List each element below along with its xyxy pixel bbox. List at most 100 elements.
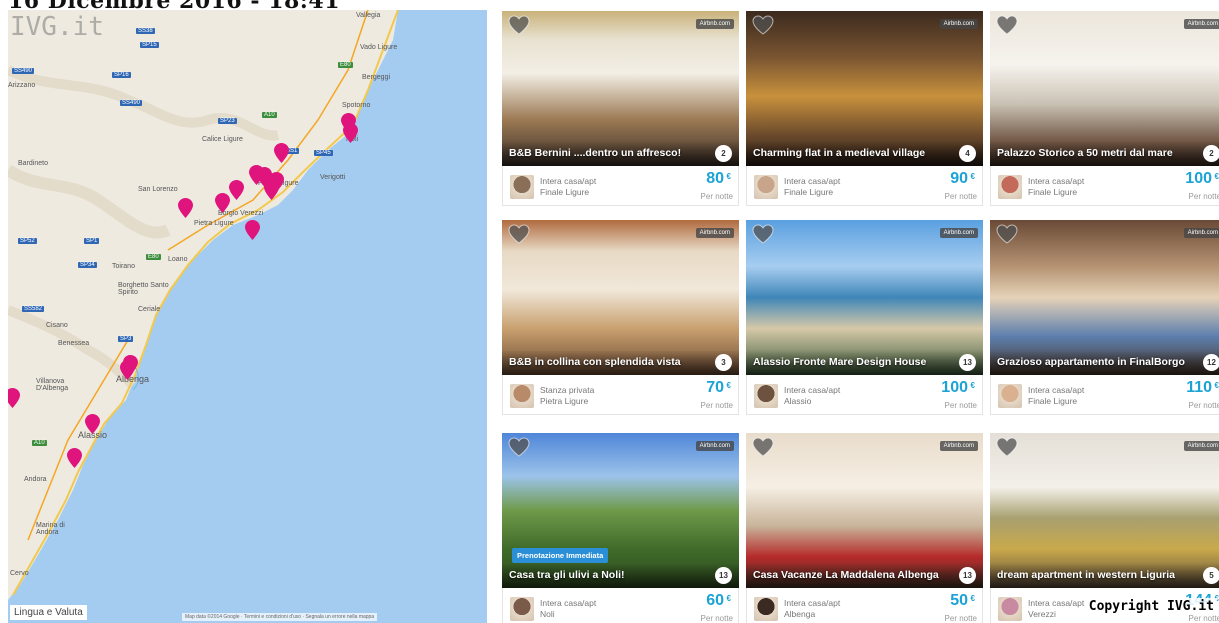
- listing-photo[interactable]: Airbnb.com Grazioso appartamento in Final…: [990, 220, 1219, 375]
- airbnb-verified-badge: Airbnb.com: [695, 19, 734, 29]
- heart-icon[interactable]: [508, 15, 530, 35]
- heart-icon[interactable]: [996, 437, 1018, 457]
- listing-price: 110: [1186, 379, 1212, 396]
- road-shield: A10: [262, 112, 277, 118]
- map-pin-icon[interactable]: [215, 193, 230, 213]
- road-shield: E80: [338, 62, 353, 68]
- host-avatar[interactable]: [510, 384, 534, 408]
- map-label: Verigotti: [320, 174, 346, 181]
- heart-icon[interactable]: [752, 15, 774, 35]
- host-avatar[interactable]: [754, 384, 778, 408]
- map-label: San Lorenzo: [138, 186, 178, 193]
- host-avatar[interactable]: [998, 384, 1022, 408]
- listing-card[interactable]: Airbnb.com Alassio Fronte Mare Design Hou…: [746, 220, 983, 415]
- map-label: Arizzano: [8, 82, 36, 89]
- listing-title[interactable]: Casa tra gli ulivi a Noli!: [502, 563, 739, 588]
- map-pin-icon[interactable]: [8, 388, 20, 408]
- listing-photo[interactable]: Airbnb.com Alassio Fronte Mare Design Hou…: [746, 220, 983, 375]
- map-pin-icon[interactable]: [245, 220, 260, 240]
- listing-card[interactable]: Airbnb.com Grazioso appartamento in Final…: [990, 220, 1219, 415]
- listing-title[interactable]: Casa Vacanze La Maddalena Albenga: [746, 563, 983, 588]
- instant-booking-badge: Prenotazione Immediata: [512, 548, 609, 563]
- currency-symbol: €: [1214, 172, 1219, 181]
- listing-price: 50: [950, 592, 968, 609]
- host-avatar[interactable]: [998, 597, 1022, 621]
- listing-price: 100: [1185, 170, 1212, 187]
- listing-photo[interactable]: Airbnb.com Prenotazione Immediata Casa tra…: [502, 433, 739, 588]
- copyright-notice: Copyright IVG.it: [1085, 598, 1217, 615]
- listing-title[interactable]: B&B in collina con splendida vista: [502, 350, 739, 375]
- listing-photo[interactable]: Airbnb.com dream apartment in western Lig…: [990, 433, 1219, 588]
- listing-card[interactable]: Airbnb.com B&B Bernini ....dentro un affr…: [502, 11, 739, 206]
- map-pin-icon[interactable]: [343, 123, 358, 143]
- listing-title[interactable]: dream apartment in western Liguria: [990, 563, 1219, 588]
- heart-icon[interactable]: [752, 224, 774, 244]
- listing-photo[interactable]: Airbnb.com B&B Bernini ....dentro un affr…: [502, 11, 739, 166]
- listing-card[interactable]: Airbnb.com B&B in collina con splendida v…: [502, 220, 739, 415]
- road-shield: SS490: [120, 100, 143, 106]
- map-credits[interactable]: Map data ©2014 Google · Termini e condiz…: [182, 613, 378, 621]
- map-label: Spotorno: [342, 102, 371, 109]
- heart-icon[interactable]: [752, 437, 774, 457]
- road-shield: SP15: [140, 42, 159, 48]
- map-pin-icon[interactable]: [120, 360, 135, 380]
- room-type: Intera casa/apt: [784, 598, 841, 608]
- listing-price: 80: [706, 170, 724, 187]
- listing-title[interactable]: B&B Bernini ....dentro un affresco!: [502, 141, 739, 166]
- room-type: Intera casa/apt: [784, 385, 841, 395]
- review-count-bubble: 4: [959, 145, 976, 162]
- heart-icon[interactable]: [996, 15, 1018, 35]
- map-pin-icon[interactable]: [264, 180, 279, 200]
- listing-location: Albenga: [784, 609, 816, 619]
- map-label: Villanova D'Albenga: [36, 378, 69, 392]
- map-pin-icon[interactable]: [67, 448, 82, 468]
- listing-photo[interactable]: Airbnb.com Charming flat in a medieval vi…: [746, 11, 983, 166]
- per-night-label: Per notte: [1188, 192, 1219, 201]
- listing-card[interactable]: Airbnb.com dream apartment in western Lig…: [990, 433, 1219, 623]
- host-avatar[interactable]: [754, 597, 778, 621]
- listing-location: Pietra Ligure: [540, 396, 589, 406]
- host-avatar[interactable]: [998, 175, 1022, 199]
- listings-map[interactable]: Vallegia Vado Ligure Bergeggi Spotorno N…: [8, 10, 487, 623]
- road-shield: SS38: [136, 28, 155, 34]
- per-night-label: Per notte: [1188, 614, 1219, 623]
- map-label: Toirano: [112, 263, 135, 270]
- listing-price: 60: [706, 592, 724, 609]
- listing-title[interactable]: Grazioso appartamento in FinalBorgo: [990, 350, 1219, 375]
- room-type: Stanza privata: [540, 385, 595, 395]
- listing-card[interactable]: Airbnb.com Casa Vacanze La Maddalena Albe…: [746, 433, 983, 623]
- road-shield: SS582: [22, 306, 45, 312]
- listing-card[interactable]: Airbnb.com Prenotazione Immediata Casa tra…: [502, 433, 739, 623]
- per-night-label: Per notte: [700, 192, 733, 201]
- map-label: Bardineto: [18, 160, 48, 167]
- heart-icon[interactable]: [508, 224, 530, 244]
- listing-title[interactable]: Palazzo Storico a 50 metri dal mare: [990, 141, 1219, 166]
- heart-icon[interactable]: [996, 224, 1018, 244]
- listing-photo[interactable]: Airbnb.com B&B in collina con splendida v…: [502, 220, 739, 375]
- listing-card[interactable]: Airbnb.com Charming flat in a medieval vi…: [746, 11, 983, 206]
- listing-photo[interactable]: Airbnb.com Casa Vacanze La Maddalena Albe…: [746, 433, 983, 588]
- listing-card[interactable]: Airbnb.com Palazzo Storico a 50 metri dal…: [990, 11, 1219, 206]
- road-shield: SP52: [18, 238, 37, 244]
- map-pin-icon[interactable]: [229, 180, 244, 200]
- host-avatar[interactable]: [510, 175, 534, 199]
- listing-location: Alassio: [784, 396, 812, 406]
- map-pin-icon[interactable]: [85, 414, 100, 434]
- host-avatar[interactable]: [510, 597, 534, 621]
- review-count-bubble: 13: [959, 567, 976, 584]
- room-type: Intera casa/apt: [540, 176, 597, 186]
- map-pin-icon[interactable]: [274, 143, 289, 163]
- airbnb-verified-badge: Airbnb.com: [1183, 19, 1219, 29]
- listing-photo[interactable]: Airbnb.com Palazzo Storico a 50 metri dal…: [990, 11, 1219, 166]
- room-type: Intera casa/apt: [1028, 385, 1085, 395]
- listing-title[interactable]: Alassio Fronte Mare Design House: [746, 350, 983, 375]
- language-currency-button[interactable]: Lingua e Valuta: [10, 605, 87, 620]
- listing-price: 100: [941, 379, 968, 396]
- heart-icon[interactable]: [508, 437, 530, 457]
- map-pin-icon[interactable]: [178, 198, 193, 218]
- per-night-label: Per notte: [700, 401, 733, 410]
- listing-location: Verezzi: [1028, 609, 1056, 619]
- host-avatar[interactable]: [754, 175, 778, 199]
- listing-title[interactable]: Charming flat in a medieval village: [746, 141, 983, 166]
- currency-symbol: €: [726, 381, 731, 390]
